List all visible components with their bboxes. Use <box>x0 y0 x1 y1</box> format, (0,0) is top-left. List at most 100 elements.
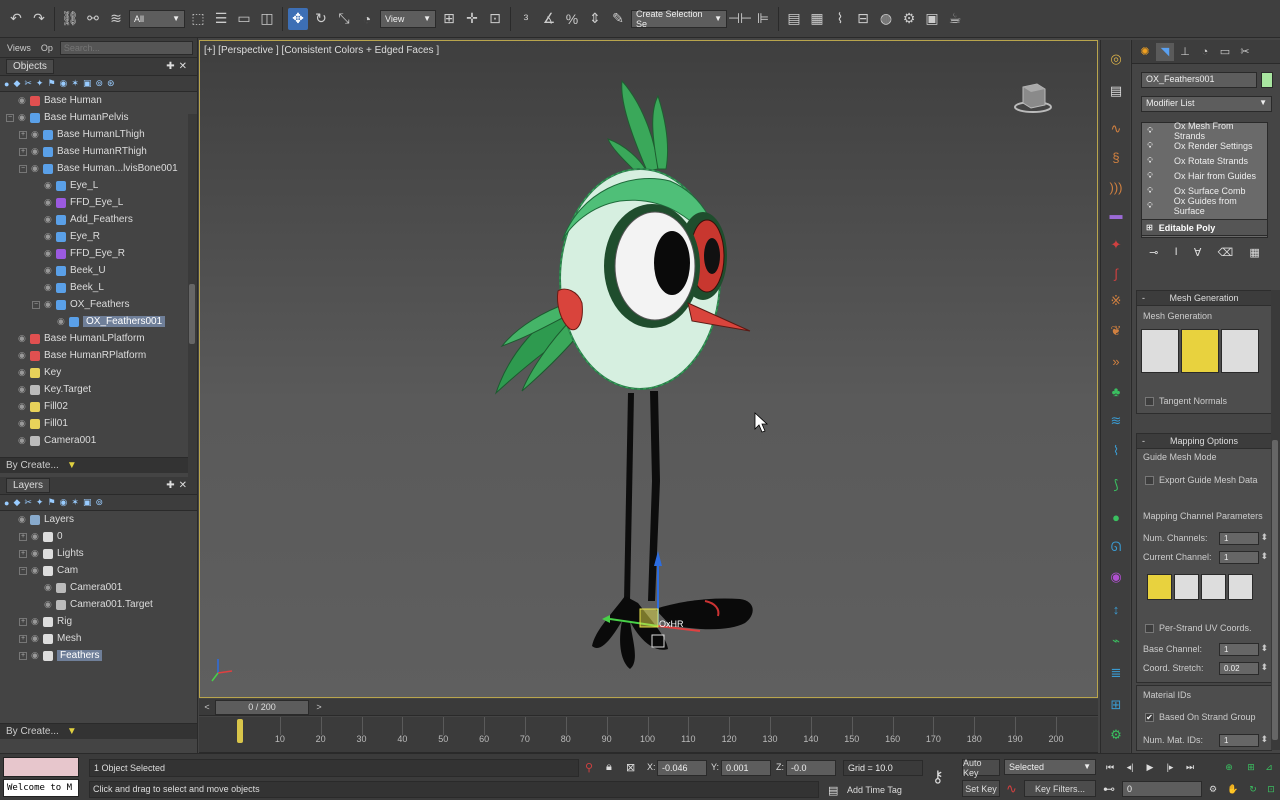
ox-cache-icon[interactable]: ↕ <box>1107 600 1125 618</box>
layers-tab[interactable]: Layers <box>6 478 51 493</box>
modifier-toggle-icon[interactable]: 💡︎ <box>1146 186 1154 196</box>
uv-mode-4-thumbnail[interactable] <box>1228 574 1253 600</box>
object-row[interactable]: ◉ Camera001 <box>0 432 197 449</box>
pivot-center-icon[interactable]: ⊞ <box>439 8 459 30</box>
current-channel-spinner[interactable]: 1 <box>1219 551 1268 564</box>
uv-mode-2-thumbnail[interactable] <box>1174 574 1199 600</box>
undo-icon[interactable]: ↶ <box>6 8 26 30</box>
ox-mesh-icon[interactable]: ✦ <box>1107 236 1125 254</box>
set-key-button[interactable]: Set Key <box>962 780 1000 797</box>
layer-row[interactable]: − ◉ Cam <box>0 562 197 579</box>
key-filters-button[interactable]: Key Filters... <box>1024 780 1096 797</box>
selection-lock-icon[interactable]: 🔒︎ <box>606 761 612 774</box>
curve-editor-icon[interactable]: ⌇ <box>830 8 850 30</box>
layer-filter-geometry-icon[interactable]: ◆ <box>13 497 20 508</box>
expand-toggle-icon[interactable]: + <box>19 147 27 156</box>
configure-modifier-sets-icon[interactable]: ▦ <box>1249 246 1259 262</box>
angle-snap-icon[interactable]: ∡ <box>539 8 559 30</box>
modifier-stack-item[interactable]: 💡︎ Ox Render Settings <box>1142 138 1267 153</box>
select-by-name-icon[interactable]: ☰ <box>211 8 231 30</box>
selection-filter-dropdown[interactable]: All ▼ <box>129 9 185 28</box>
key-mode-toggle-icon[interactable]: ⊷ <box>1103 782 1115 796</box>
filter-groups-icon[interactable]: ▣ <box>83 78 92 89</box>
display-all-icon[interactable]: ● <box>4 79 9 89</box>
ox-panel-icon[interactable]: ▤ <box>1107 82 1125 100</box>
expand-toggle-icon[interactable]: + <box>19 651 27 660</box>
layer-row[interactable]: + ◉ 0 <box>0 528 197 545</box>
visibility-eye-icon[interactable]: ◉ <box>18 367 30 378</box>
object-row[interactable]: ◉ FFD_Eye_L <box>0 194 197 211</box>
modifier-toggle-icon[interactable]: 💡︎ <box>1146 201 1154 211</box>
export-guide-checkbox[interactable] <box>1145 476 1154 485</box>
maxscript-listener-mini[interactable] <box>3 757 79 777</box>
redo-icon[interactable]: ↷ <box>29 8 49 30</box>
render-production-icon[interactable]: ☕ <box>945 8 965 30</box>
objects-by-create-bar[interactable]: By Create... ▼ <box>0 457 197 473</box>
visibility-eye-icon[interactable]: ◉ <box>31 616 43 627</box>
visibility-eye-icon[interactable]: ◉ <box>18 112 30 123</box>
remove-modifier-icon[interactable]: ⌫ <box>1218 246 1234 262</box>
snaps-toggle-icon[interactable]: ³ <box>516 8 536 30</box>
command-panel-scrollbar[interactable] <box>1271 290 1280 750</box>
modifier-stack-item[interactable]: 💡︎ Ox Mesh From Strands <box>1142 121 1267 141</box>
modifier-toggle-icon[interactable]: 💡︎ <box>1146 171 1154 181</box>
layer-row[interactable]: + ◉ Rig <box>0 613 197 630</box>
expand-toggle-icon[interactable]: + <box>19 634 27 643</box>
objects-scrollbar[interactable] <box>188 114 197 479</box>
pan-view-icon[interactable]: ✋ <box>1226 782 1240 796</box>
layer-filter-bones-icon[interactable]: ⊚ <box>95 497 103 508</box>
visibility-eye-icon[interactable]: ◉ <box>44 197 56 208</box>
object-row[interactable]: ◉ Base HumanRPlatform <box>0 347 197 364</box>
time-configuration-icon[interactable]: ⚙ <box>1206 782 1220 796</box>
visibility-eye-icon[interactable]: ◉ <box>31 548 43 559</box>
spinner-snap-icon[interactable]: ⇕ <box>585 8 605 30</box>
set-key-curve-icon[interactable]: ∿ <box>1006 781 1017 797</box>
object-row[interactable]: ◉ FFD_Eye_R <box>0 245 197 262</box>
layers-pin-close-icon[interactable]: ✚✕ <box>166 480 191 491</box>
current-frame-marker[interactable] <box>237 719 243 743</box>
ox-braid-icon[interactable]: » <box>1107 352 1125 370</box>
object-row[interactable]: ◉ Beek_U <box>0 262 197 279</box>
per-strand-uv-checkbox[interactable] <box>1145 624 1154 633</box>
expand-toggle-icon[interactable]: − <box>19 164 27 173</box>
visibility-eye-icon[interactable]: ◉ <box>18 514 30 525</box>
layers-by-create-bar[interactable]: By Create... ▼ <box>0 723 197 739</box>
utilities-tab-icon[interactable]: ✂ <box>1236 43 1254 61</box>
visibility-eye-icon[interactable]: ◉ <box>44 265 56 276</box>
ox-wind-icon[interactable]: ᘏ <box>1107 538 1125 556</box>
filter-lights-icon[interactable]: ✦ <box>36 78 44 89</box>
views-menu[interactable]: Views <box>4 43 34 53</box>
mesh-type-cards-thumbnail[interactable] <box>1221 329 1259 373</box>
show-end-result-icon[interactable]: Ι <box>1175 246 1178 262</box>
visibility-eye-icon[interactable]: ◉ <box>18 350 30 361</box>
layer-filter-helpers-icon[interactable]: ◉ <box>60 497 68 508</box>
window-crossing-icon[interactable]: ◫ <box>257 8 277 30</box>
visibility-eye-icon[interactable]: ◉ <box>18 401 30 412</box>
filter-cameras-icon[interactable]: ⚑ <box>47 78 55 89</box>
mesh-generation-header[interactable]: - Mesh Generation <box>1137 291 1271 306</box>
visibility-eye-icon[interactable]: ◉ <box>44 582 56 593</box>
panel-pin-close-icon[interactable]: ✚✕ <box>166 61 191 72</box>
auto-key-button[interactable]: Auto Key <box>962 758 1000 778</box>
maximize-viewport-icon[interactable]: ⊡ <box>1264 782 1278 796</box>
expand-toggle-icon[interactable]: + <box>19 549 27 558</box>
visibility-eye-icon[interactable]: ◉ <box>57 316 69 327</box>
named-selection-dropdown[interactable]: Create Selection Se ▼ <box>631 9 727 29</box>
filter-geometry-icon[interactable]: ◆ <box>13 78 20 89</box>
select-object-icon[interactable]: ⬚ <box>188 8 208 30</box>
modifier-stack-item[interactable]: 💡︎ Ox Guides from Surface <box>1142 196 1267 216</box>
unlink-icon[interactable]: ⚯ <box>83 8 103 30</box>
ox-options-icon[interactable]: ⚙ <box>1107 726 1125 744</box>
visibility-eye-icon[interactable]: ◉ <box>44 214 56 225</box>
object-name-field[interactable]: OX_Feathers001 <box>1141 72 1257 88</box>
play-icon[interactable]: ▶ <box>1143 760 1157 774</box>
visibility-eye-icon[interactable]: ◉ <box>44 599 56 610</box>
pin-stack-icon[interactable]: ⊸ <box>1149 246 1158 262</box>
modifier-stack-item[interactable]: 💡︎ Ox Rotate Strands <box>1142 153 1267 168</box>
layer-filter-lights-icon[interactable]: ✦ <box>36 497 44 508</box>
z-coordinate-field[interactable]: -0.0 <box>786 760 836 776</box>
field-of-view-icon[interactable]: ⊿ <box>1262 760 1276 774</box>
perspective-viewport[interactable]: [+] [Perspective ] [Consistent Colors + … <box>199 40 1098 698</box>
layer-filter-groups-icon[interactable]: ▣ <box>83 497 92 508</box>
trackbar[interactable]: 10 20 30 40 50 60 70 80 90 100 110 120 130 140 150 160 1… <box>199 717 1098 753</box>
